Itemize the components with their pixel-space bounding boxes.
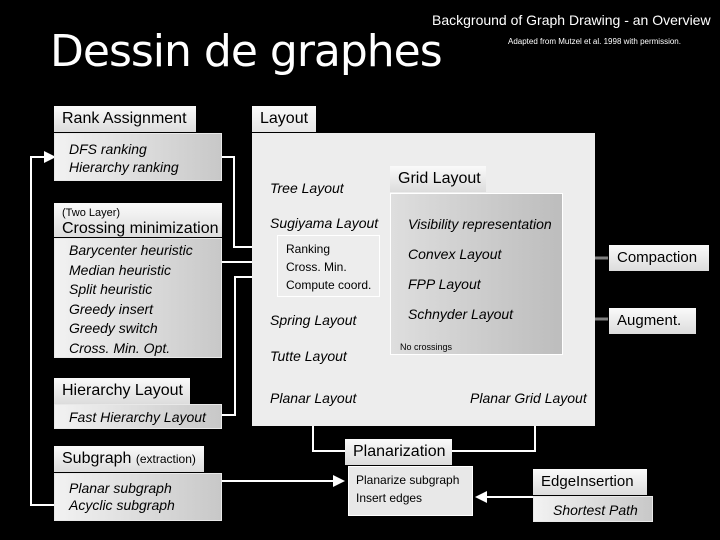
subgraph-panel: Planar subgraph Acyclic subgraph — [54, 473, 222, 521]
compaction-box: Compaction — [609, 245, 709, 271]
layout-item-spring: Spring Layout — [270, 312, 357, 328]
hierarchy-item: Fast Hierarchy Layout — [69, 409, 206, 425]
subgraph-header: Subgraph (extraction) — [54, 446, 204, 472]
subgraph-item: Planar subgraph — [69, 480, 172, 496]
crossing-item: Greedy insert — [69, 300, 154, 317]
sugiyama-steps-box: Ranking Cross. Min. Compute coord. — [277, 235, 380, 297]
layout-header: Layout — [252, 106, 316, 132]
edge-insertion-panel: Shortest Path — [533, 496, 653, 522]
planarization-item: Insert edges — [356, 491, 423, 505]
edge-insertion-item: Shortest Path — [553, 502, 638, 518]
planarization-header: Planarization — [345, 439, 452, 465]
crossing-min-panel: Barycenter heuristic Median heuristic Sp… — [54, 238, 222, 358]
no-crossings-note: No crossings — [400, 342, 453, 352]
grid-item: Schnyder Layout — [408, 306, 514, 322]
crossing-item: Split heuristic — [69, 281, 153, 297]
subgraph-label: Subgraph — [62, 450, 132, 467]
augment-box: Augment. — [609, 308, 696, 334]
crossing-item: Barycenter heuristic — [69, 242, 193, 258]
rank-item: DFS ranking — [69, 141, 147, 157]
rank-item: Hierarchy ranking — [69, 159, 179, 175]
crossing-min-label: Crossing minimization — [62, 220, 219, 237]
subgraph-item: Acyclic subgraph — [69, 497, 175, 513]
crossing-item: Median heuristic — [69, 261, 171, 278]
sugiyama-step: Compute coord. — [286, 278, 372, 292]
planarization-item: Planarize subgraph — [356, 473, 460, 487]
layout-item-planar-grid: Planar Grid Layout — [470, 390, 587, 406]
crossing-item: Cross. Min. Opt. — [69, 339, 171, 356]
sugiyama-step: Cross. Min. — [286, 260, 347, 274]
rank-assignment-panel: DFS ranking Hierarchy ranking — [54, 133, 222, 181]
hierarchy-layout-header: Hierarchy Layout — [54, 378, 190, 404]
crossing-item: Greedy switch — [69, 320, 158, 336]
subgraph-suffix: (extraction) — [135, 452, 196, 466]
connector-subgraph-to-rank — [30, 151, 56, 506]
rank-assignment-header: Rank Assignment — [54, 106, 196, 132]
edge-insertion-header: EdgeInsertion — [533, 469, 647, 495]
grid-item: FPP Layout — [408, 276, 481, 292]
hierarchy-layout-panel: Fast Hierarchy Layout — [54, 404, 222, 429]
grid-item: Visibility representation — [408, 216, 552, 232]
layout-item-tutte: Tutte Layout — [270, 348, 347, 364]
crossing-min-prefix: (Two Layer) — [62, 207, 121, 219]
layout-item-tree: Tree Layout — [270, 180, 344, 196]
crossing-min-header: (Two Layer) Crossing minimization — [54, 203, 222, 237]
grid-item: Convex Layout — [408, 246, 502, 262]
layout-item-planar: Planar Layout — [270, 390, 357, 406]
grid-layout-header: Grid Layout — [390, 166, 486, 192]
sugiyama-step: Ranking — [286, 242, 331, 256]
layout-item-sugiyama: Sugiyama Layout — [270, 215, 379, 231]
planarization-panel: Planarize subgraph Insert edges — [348, 466, 473, 516]
